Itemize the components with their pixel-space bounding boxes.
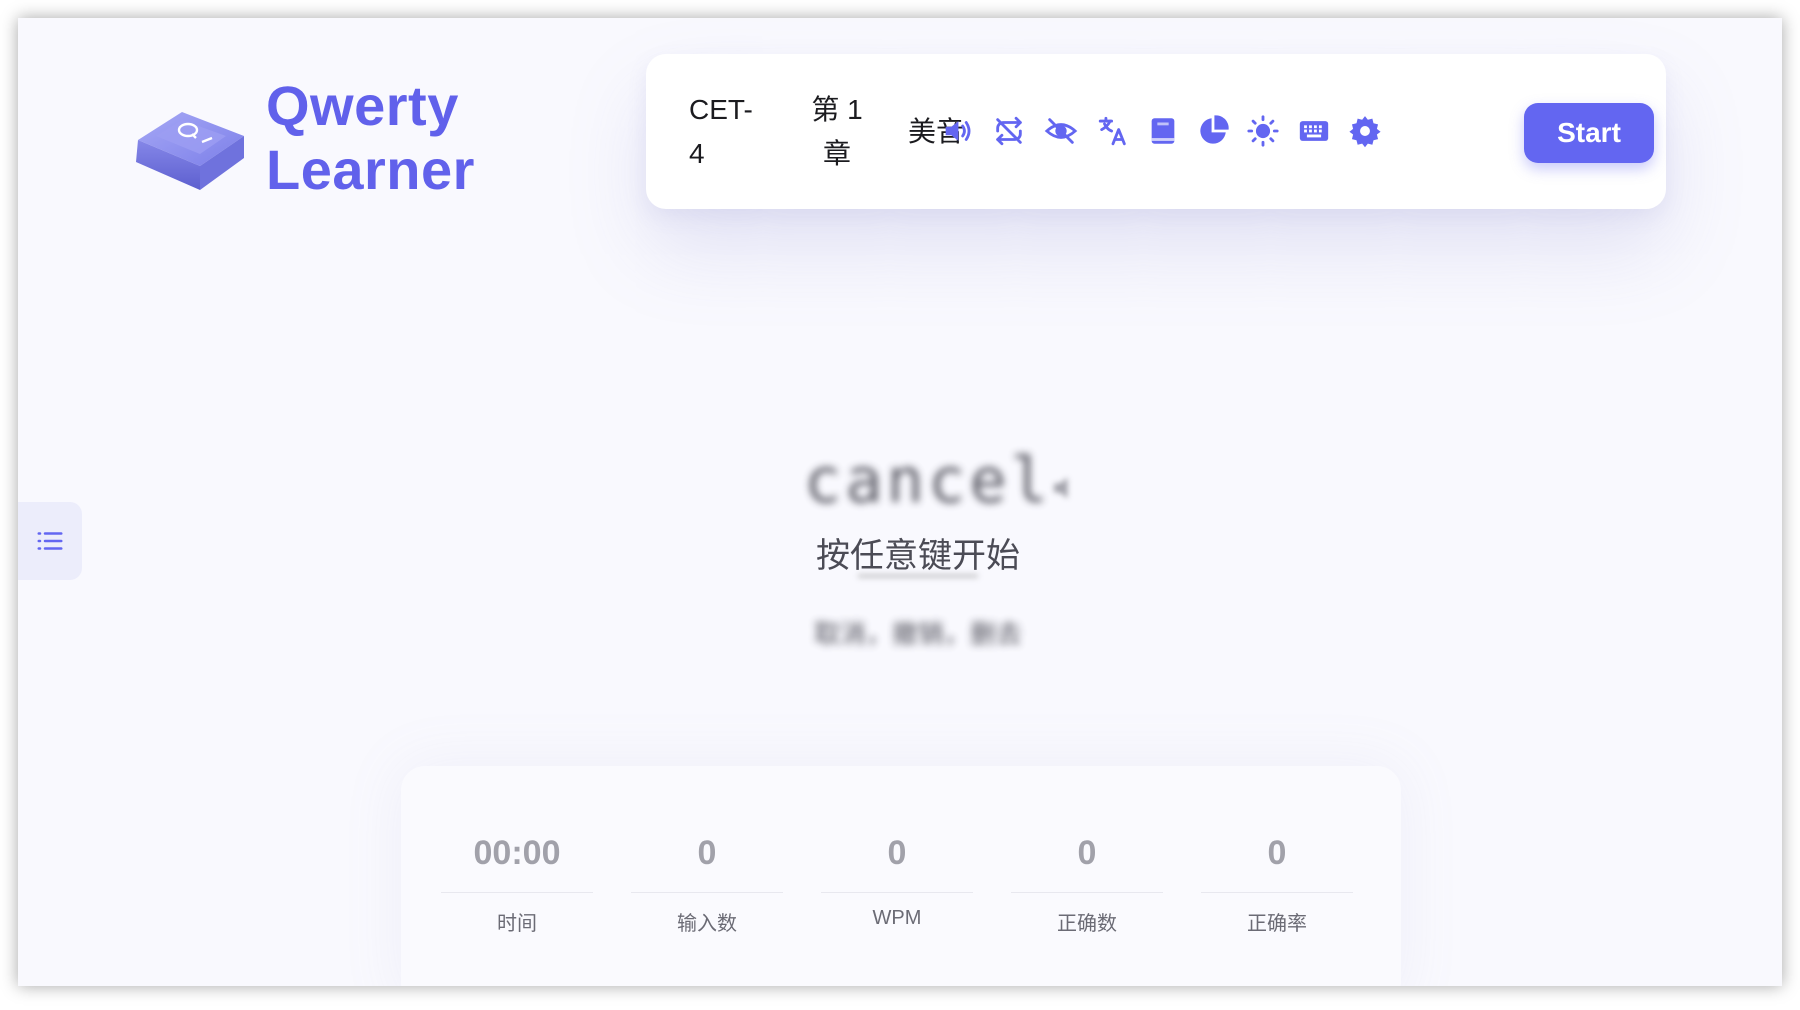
word-translation: 取消，撤销，删去 — [813, 619, 1022, 649]
divider — [631, 892, 783, 893]
analysis-chart-icon[interactable] — [1194, 112, 1232, 150]
theme-light-icon[interactable] — [1244, 112, 1282, 150]
logo-text: Qwerty Learner — [266, 74, 475, 202]
stat-value: 0 — [1267, 834, 1287, 872]
stat-label: 正确数 — [1057, 913, 1117, 935]
stat-label: 输入数 — [677, 913, 737, 935]
divider — [821, 892, 973, 893]
settings-icon[interactable] — [1346, 112, 1384, 150]
keycap-logo-icon — [136, 112, 244, 190]
loop-off-icon[interactable] — [990, 112, 1028, 150]
stat-label: WPM — [872, 907, 922, 929]
dictionary-selector[interactable]: CET-4 — [689, 88, 759, 176]
chapter-selector[interactable]: 第 1 章 — [806, 88, 868, 176]
logo-line-1: Qwerty — [266, 74, 459, 137]
top-toolbar: CET-4 第 1 章 美音 Start — [646, 54, 1666, 209]
divider — [1011, 892, 1163, 893]
divider — [441, 892, 593, 893]
stat-time: 00:00 时间 — [441, 828, 593, 936]
keyboard-icon[interactable] — [1295, 112, 1333, 150]
translation-icon[interactable] — [1094, 112, 1132, 150]
stat-label: 正确率 — [1247, 913, 1307, 935]
dictionary-book-icon[interactable] — [1144, 112, 1182, 150]
divider — [1201, 892, 1353, 893]
start-button[interactable]: Start — [1524, 103, 1654, 163]
hide-word-icon[interactable] — [1042, 112, 1080, 150]
word-pronounce-icon[interactable] — [1048, 466, 1084, 510]
list-icon — [37, 532, 63, 550]
stat-value: 00:00 — [473, 834, 561, 872]
word-list-toggle-button[interactable] — [18, 502, 82, 580]
word-phonetic — [838, 566, 998, 578]
app-window: Qwerty Learner CET-4 第 1 章 美音 Start canc… — [18, 18, 1782, 986]
stat-label: 时间 — [497, 913, 537, 935]
stat-input-count: 0 输入数 — [631, 828, 783, 936]
sound-icon[interactable] — [938, 112, 976, 150]
app-logo[interactable]: Qwerty Learner — [130, 74, 475, 202]
stat-value: 0 — [697, 834, 717, 872]
current-word: cancel — [804, 444, 1052, 517]
stat-value: 0 — [1077, 834, 1097, 872]
stat-correct-count: 0 正确数 — [1011, 828, 1163, 936]
stat-value: 0 — [887, 834, 907, 872]
stat-accuracy: 0 正确率 — [1201, 828, 1353, 936]
stat-wpm: 0 WPM — [821, 828, 973, 930]
stats-panel: 00:00 时间 0 输入数 0 WPM 0 正确数 0 正确率 — [401, 766, 1401, 986]
logo-line-2: Learner — [266, 138, 475, 201]
